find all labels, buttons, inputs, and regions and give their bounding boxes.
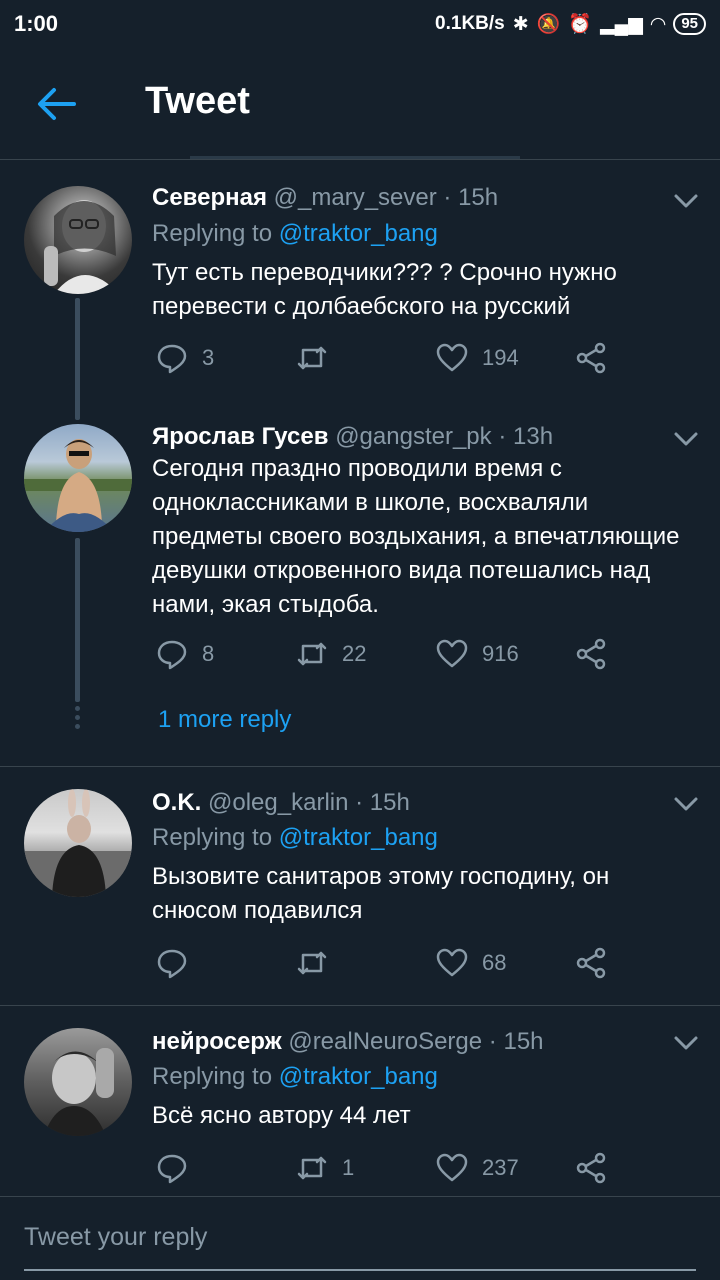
avatar[interactable] xyxy=(24,186,132,294)
reply-composer: Tweet your reply xyxy=(0,1196,720,1280)
tweet-actions: 3 194 xyxy=(152,342,672,382)
thread-dots xyxy=(74,706,82,733)
alarm-icon: ⏰ xyxy=(568,14,592,35)
replying-to-handle[interactable]: @traktor_bang xyxy=(279,220,438,247)
author-handle[interactable]: @realNeuroSerge xyxy=(288,1028,482,1055)
reply-count: 8 xyxy=(202,641,215,666)
heart-icon xyxy=(436,343,468,372)
status-bar: 1:00 0.1KB/s ✱ 🔕 ⏰ ▂▄▆ ◠ 95 xyxy=(0,0,720,48)
chevron-down-icon[interactable] xyxy=(672,795,700,813)
reply-count: 3 xyxy=(202,345,215,370)
thread-line xyxy=(75,538,80,702)
tweet-actions: 68 xyxy=(152,947,672,987)
retweet-button[interactable]: 22 xyxy=(296,638,366,670)
share-button[interactable] xyxy=(576,947,608,979)
tweet-actions: 8 22 916 xyxy=(152,638,672,678)
like-button[interactable]: 194 xyxy=(436,342,519,374)
share-button[interactable] xyxy=(576,342,608,374)
tweet-reply[interactable]: O.K. @oleg_karlin · 15h Replying to @tra… xyxy=(0,767,720,1005)
avatar[interactable] xyxy=(24,424,132,532)
tweet-time: 15h xyxy=(503,1028,544,1055)
like-count: 68 xyxy=(482,950,507,975)
reply-button[interactable]: 8 xyxy=(156,638,214,670)
tweet-reply[interactable]: Ярослав Гусев @gangster_pk · 13h Сегодня… xyxy=(0,400,720,766)
author-name[interactable]: нейросерж xyxy=(152,1028,282,1055)
share-button[interactable] xyxy=(576,1152,608,1184)
retweet-icon xyxy=(297,951,327,975)
reply-icon xyxy=(157,344,187,374)
app-header: Tweet xyxy=(0,48,720,160)
chevron-down-icon[interactable] xyxy=(672,192,700,210)
share-button[interactable] xyxy=(576,638,608,670)
retweet-button[interactable]: 1 xyxy=(296,1152,354,1184)
back-arrow-icon[interactable] xyxy=(36,86,76,122)
tweet-time: 15h xyxy=(369,789,410,816)
chevron-down-icon[interactable] xyxy=(672,430,700,448)
reply-icon xyxy=(157,949,187,979)
author-handle[interactable]: @oleg_karlin xyxy=(208,789,348,816)
retweet-button[interactable] xyxy=(296,947,342,979)
retweet-icon xyxy=(297,642,327,666)
share-icon xyxy=(576,1152,606,1184)
heart-icon xyxy=(436,948,468,977)
like-button[interactable]: 916 xyxy=(436,638,519,670)
reply-button[interactable]: 3 xyxy=(156,342,214,374)
reply-button[interactable] xyxy=(156,947,202,979)
like-count: 194 xyxy=(482,345,519,370)
retweet-icon xyxy=(297,346,327,370)
author-name[interactable]: Северная xyxy=(152,184,267,211)
share-icon xyxy=(576,638,606,670)
replying-to-label: Replying to xyxy=(152,1063,273,1090)
tweet-time: 13h xyxy=(513,423,554,450)
bluetooth-icon: ✱ xyxy=(512,13,529,35)
replying-to-handle[interactable]: @traktor_bang xyxy=(279,1063,438,1090)
heart-icon xyxy=(436,1153,468,1182)
author-name[interactable]: Ярослав Гусев xyxy=(152,423,329,450)
status-time: 1:00 xyxy=(14,11,59,36)
replying-to-handle[interactable]: @traktor_bang xyxy=(279,824,438,851)
retweet-count: 22 xyxy=(342,641,367,666)
retweet-button[interactable] xyxy=(296,342,342,374)
replying-to-label: Replying to xyxy=(152,824,273,851)
share-icon xyxy=(576,947,606,979)
reply-button[interactable] xyxy=(156,1152,202,1184)
author-handle[interactable]: @gangster_pk xyxy=(335,423,491,450)
reply-icon xyxy=(157,640,187,670)
mute-icon: 🔕 xyxy=(536,14,561,35)
replying-to-label: Replying to xyxy=(152,220,273,247)
signal-icon: ▂▄▆ xyxy=(600,13,643,35)
author-handle[interactable]: @_mary_sever xyxy=(274,184,437,211)
chevron-down-icon[interactable] xyxy=(672,1034,700,1052)
like-button[interactable]: 68 xyxy=(436,947,506,979)
tweet-text: Всё ясно автору 44 лет xyxy=(152,1102,411,1129)
thread-line xyxy=(75,400,80,420)
more-replies-link[interactable]: 1 more reply xyxy=(158,706,291,734)
page-title: Tweet xyxy=(145,80,250,122)
like-count: 916 xyxy=(482,641,519,666)
tweet-reply[interactable]: Северная @_mary_sever · 15h Replying to … xyxy=(0,160,720,418)
like-button[interactable]: 237 xyxy=(436,1152,519,1184)
reply-icon xyxy=(157,1154,187,1184)
author-name[interactable]: O.K. xyxy=(152,789,201,816)
tweet-time: 15h xyxy=(458,184,499,211)
heart-icon xyxy=(436,639,468,668)
avatar[interactable] xyxy=(24,789,132,897)
tweet-actions: 1 237 xyxy=(152,1152,672,1192)
tweet-text: Вызовите санитаров этому господину, он с… xyxy=(152,863,610,924)
retweet-count: 1 xyxy=(342,1155,355,1180)
share-icon xyxy=(576,342,606,374)
network-speed: 0.1KB/s xyxy=(435,13,505,34)
retweet-icon xyxy=(297,1156,327,1180)
wifi-icon: ◠ xyxy=(650,13,666,35)
tweet-text: Тут есть переводчики??? ? Срочно нужно п… xyxy=(152,259,617,320)
scrolled-content-remnant xyxy=(190,156,520,159)
reply-input-underline xyxy=(24,1269,696,1271)
tweet-text: Сегодня праздно проводили время с однокл… xyxy=(152,455,680,618)
battery-icon: 95 xyxy=(673,13,706,35)
avatar[interactable] xyxy=(24,1028,132,1136)
reply-input[interactable]: Tweet your reply xyxy=(24,1223,207,1252)
tweet-reply[interactable]: нейросерж @realNeuroSerge · 15h Replying… xyxy=(0,1006,720,1196)
like-count: 237 xyxy=(482,1155,519,1180)
